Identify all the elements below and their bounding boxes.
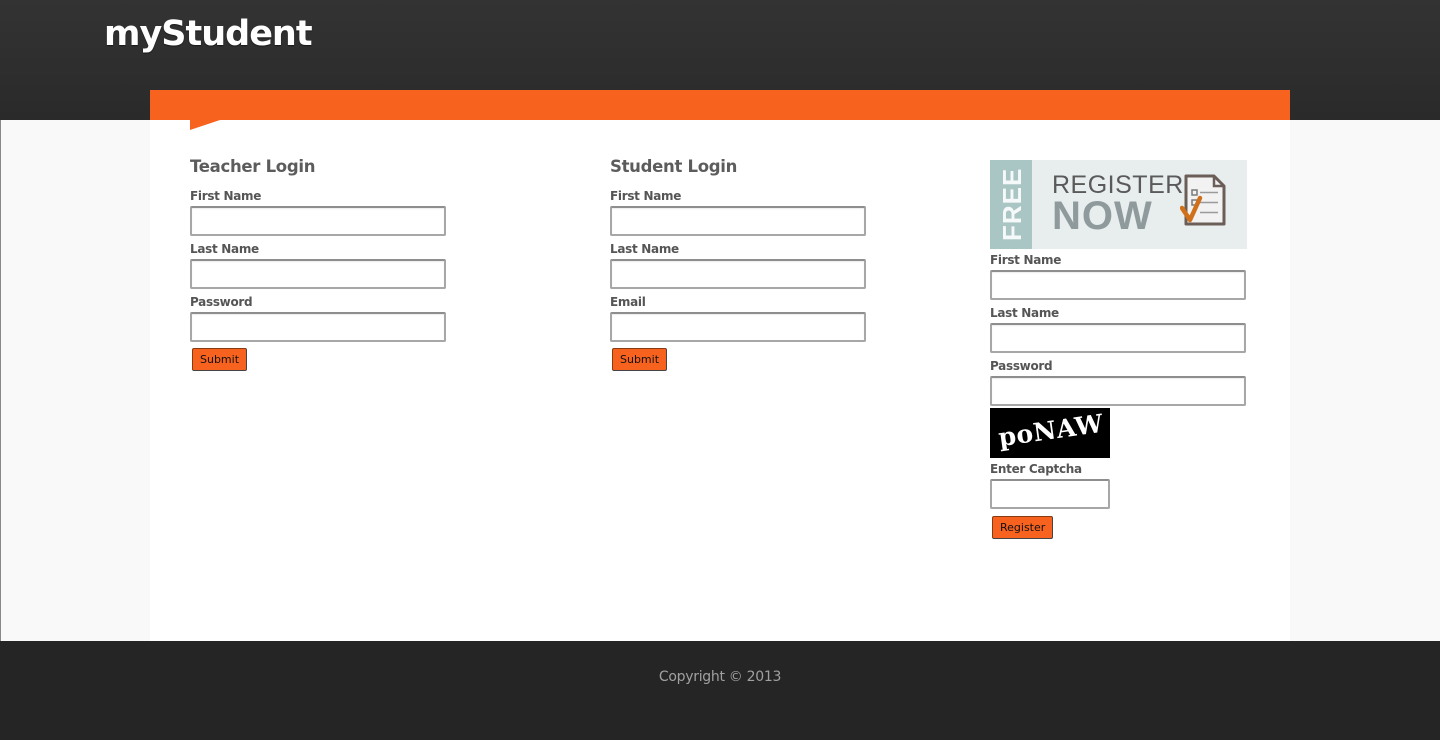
accent-bar <box>150 90 1290 120</box>
captcha-form: Enter Captcha Register <box>990 461 1290 539</box>
student-last-name-label: Last Name <box>610 242 679 256</box>
register-first-name-input[interactable] <box>990 270 1246 300</box>
captcha-input[interactable] <box>990 479 1110 509</box>
accent-bar-tab <box>190 120 220 130</box>
teacher-submit-button[interactable]: Submit <box>192 348 248 371</box>
teacher-password-input[interactable] <box>190 312 446 342</box>
free-ribbon: FREE <box>990 160 1032 249</box>
captcha-image: poNAW <box>990 408 1110 458</box>
register-last-name-label: Last Name <box>990 306 1059 320</box>
student-login-title: Student Login <box>610 157 738 176</box>
captcha-text: poNAW <box>996 408 1106 453</box>
teacher-login-title: Teacher Login <box>190 157 316 176</box>
student-email-input[interactable] <box>610 312 866 342</box>
student-first-name-input[interactable] <box>610 206 866 236</box>
site-logo[interactable]: myStudent <box>104 14 313 54</box>
student-login-form: Student Login First Name Last Name Email… <box>610 157 910 371</box>
page-border <box>0 120 1 641</box>
copyright-text: Copyright © 2013 <box>658 669 782 685</box>
register-last-name-input[interactable] <box>990 323 1246 353</box>
register-now-banner: FREE REGISTER NOW <box>990 160 1247 249</box>
register-button[interactable]: Register <box>992 516 1054 539</box>
student-email-label: Email <box>610 295 646 309</box>
captcha-label: Enter Captcha <box>990 462 1082 476</box>
teacher-last-name-input[interactable] <box>190 259 446 289</box>
student-first-name-label: First Name <box>610 189 682 203</box>
register-first-name-label: First Name <box>990 253 1062 267</box>
register-password-label: Password <box>990 359 1053 373</box>
student-last-name-input[interactable] <box>610 259 866 289</box>
now-banner-text: NOW <box>1052 194 1153 238</box>
free-text: FREE <box>997 167 1027 241</box>
teacher-login-form: Teacher Login First Name Last Name Passw… <box>190 157 490 371</box>
register-password-input[interactable] <box>990 376 1246 406</box>
teacher-password-label: Password <box>190 295 253 309</box>
teacher-first-name-input[interactable] <box>190 206 446 236</box>
site-footer: Copyright © 2013 <box>0 641 1440 740</box>
checklist-document-icon <box>1180 174 1226 226</box>
student-submit-button[interactable]: Submit <box>612 348 668 371</box>
teacher-last-name-label: Last Name <box>190 242 259 256</box>
register-form: First Name Last Name Password <box>990 252 1290 411</box>
teacher-first-name-label: First Name <box>190 189 262 203</box>
